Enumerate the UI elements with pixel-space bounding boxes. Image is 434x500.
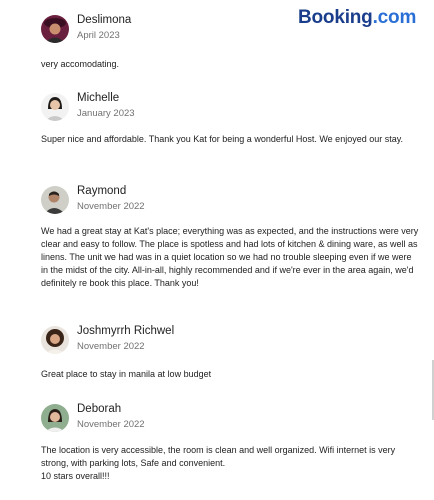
review-text-line: The location is very accessible, the roo…	[41, 445, 396, 468]
reviewer-header: Raymond November 2022	[41, 185, 421, 214]
review-date: April 2023	[77, 30, 120, 41]
review-text: Super nice and affordable. Thank you Kat…	[41, 134, 404, 144]
review-date: November 2022	[77, 419, 145, 430]
avatar[interactable]	[41, 15, 69, 43]
review-text: Great place to stay in manila at low bud…	[41, 369, 212, 379]
review-text: The location is very accessible, the roo…	[41, 444, 421, 483]
review-date: November 2022	[77, 341, 145, 352]
reviewer-name: Raymond	[77, 185, 127, 197]
avatar-photo-woman-curly-icon	[41, 326, 69, 354]
reviewer-name: Deborah	[77, 403, 122, 415]
avatar[interactable]	[41, 404, 69, 432]
avatar[interactable]	[41, 93, 69, 121]
avatar[interactable]	[41, 186, 69, 214]
reviewer-name: Michelle	[77, 92, 120, 104]
reviewer-header: Deslimona April 2023	[41, 14, 421, 43]
avatar-photo-woman-green-icon	[41, 404, 69, 432]
review-text: We had a great stay at Kat's place; ever…	[41, 226, 419, 288]
reviewer-header: Deborah November 2022	[41, 403, 421, 432]
review-text-line: 10 stars overall!!!	[41, 471, 110, 481]
avatar[interactable]	[41, 326, 69, 354]
review-date: November 2022	[77, 201, 145, 212]
avatar-photo-woman-hat-icon	[41, 15, 69, 43]
reviewer-header: Michelle January 2023	[41, 92, 421, 121]
avatar-photo-woman-icon	[41, 93, 69, 121]
reviews-page: Booking.com Deslimona April 2023 very ac…	[0, 0, 434, 500]
review-date: January 2023	[77, 108, 135, 119]
avatar-photo-man-icon	[41, 186, 69, 214]
review-text: very accomodating.	[41, 59, 120, 69]
reviewer-header: Joshmyrrh Richwel November 2022	[41, 325, 421, 354]
reviewer-name: Joshmyrrh Richwel	[77, 325, 175, 337]
reviewer-name: Deslimona	[77, 14, 132, 26]
